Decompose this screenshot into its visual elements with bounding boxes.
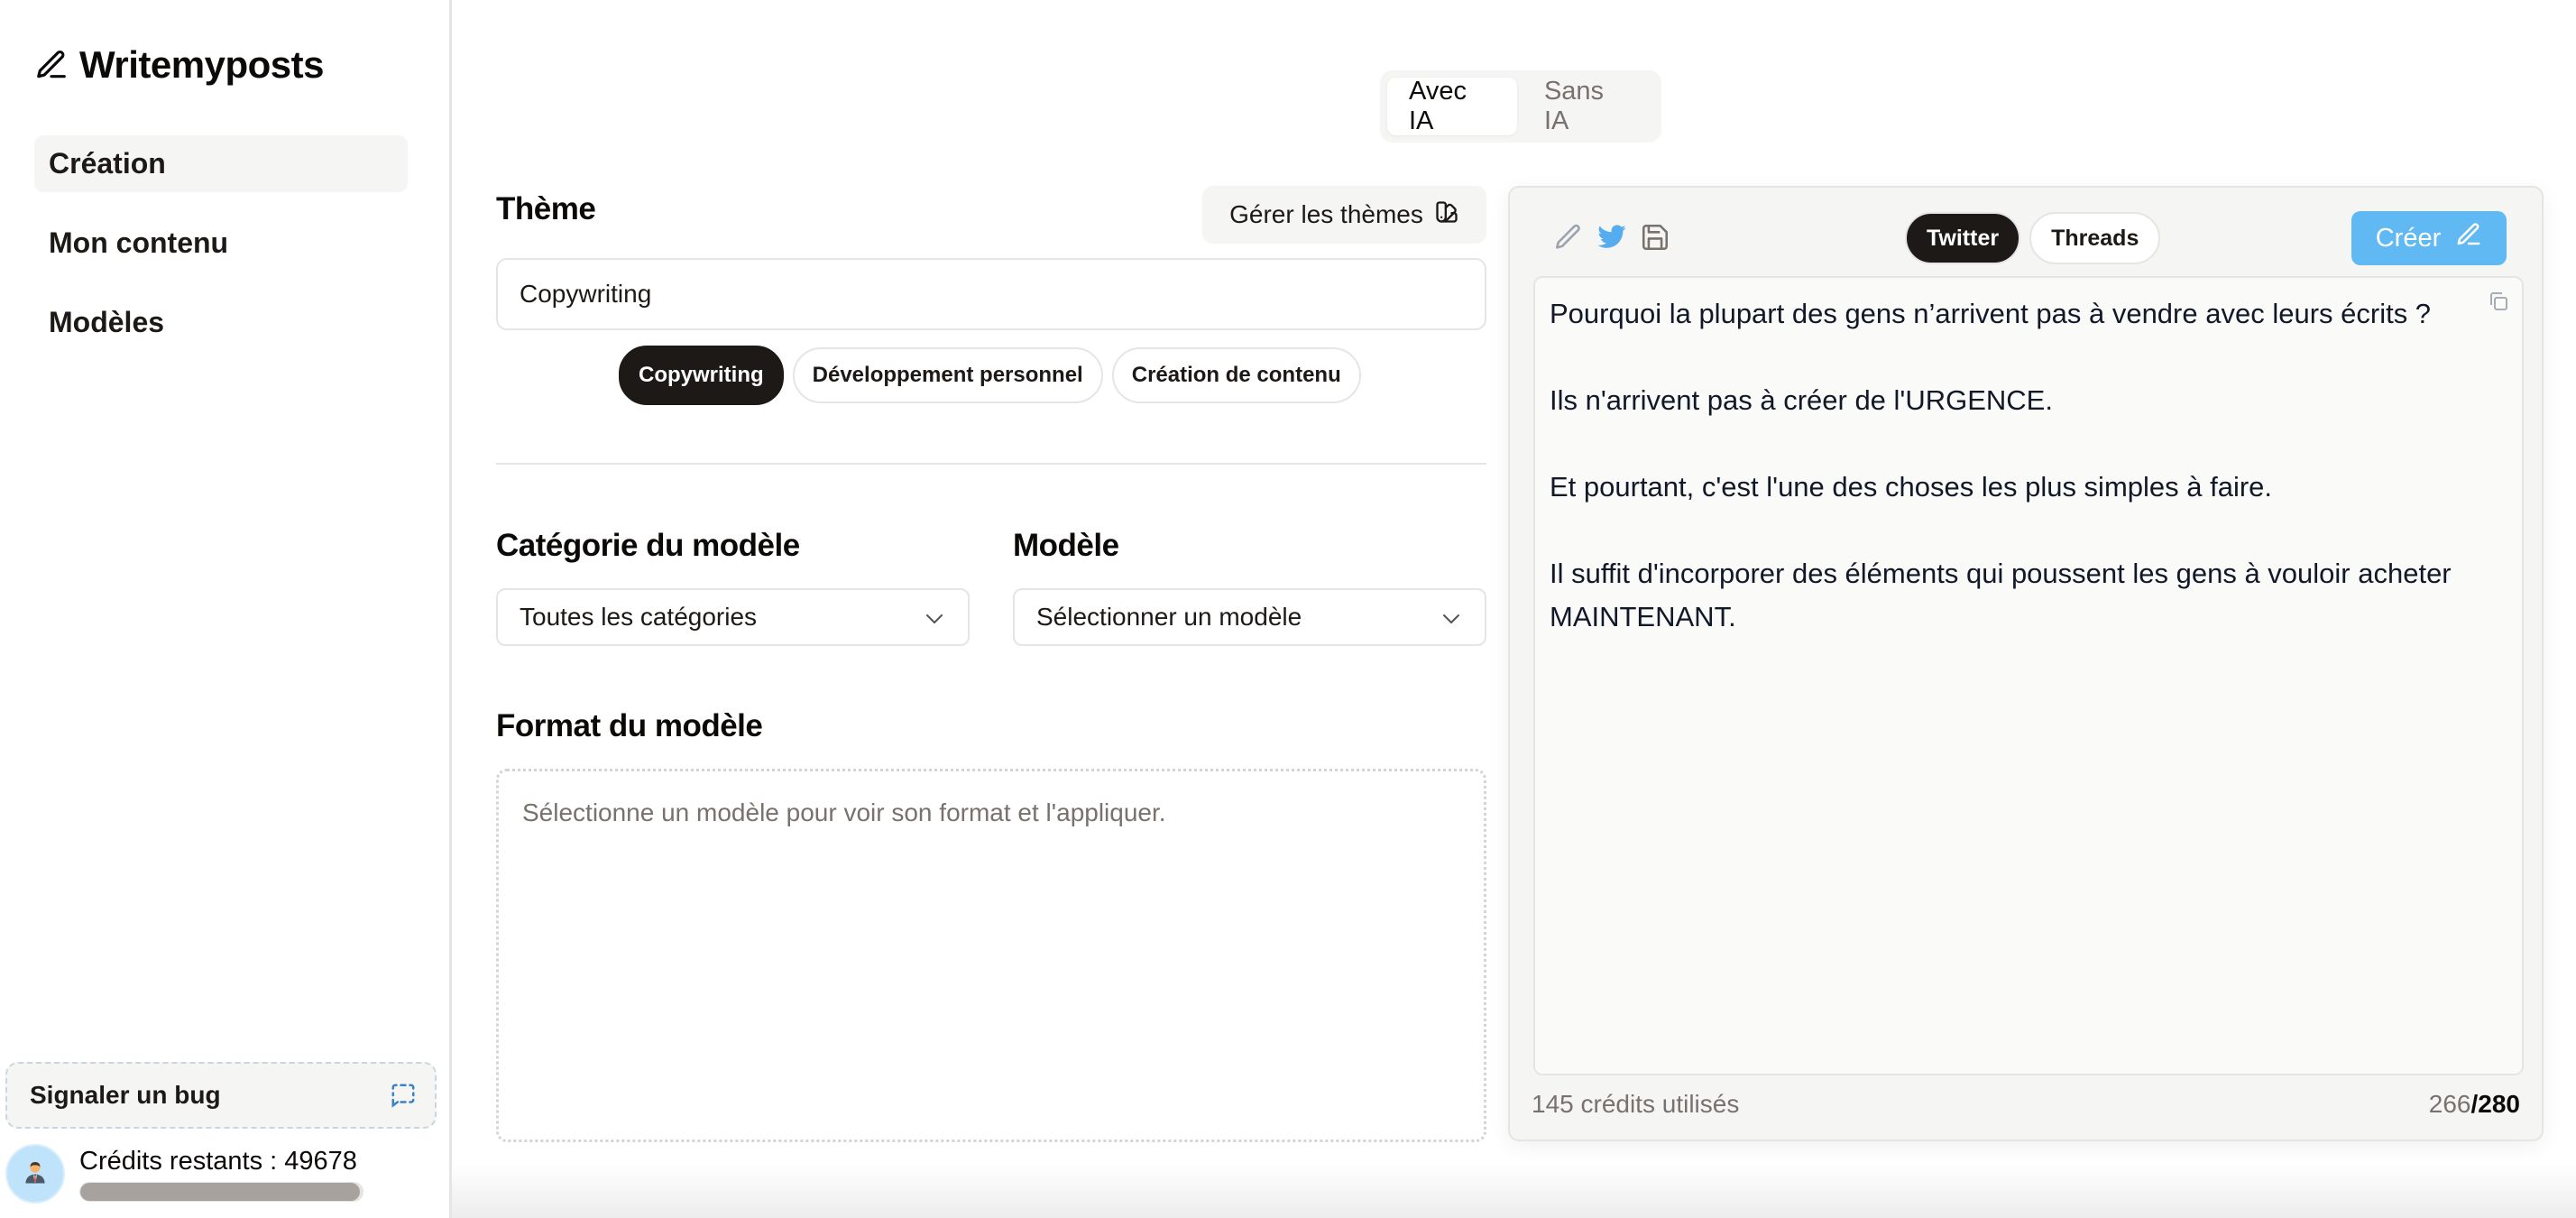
app-logo[interactable]: Writemyposts — [34, 43, 324, 87]
theme-label: Thème — [496, 191, 596, 226]
credits-remaining-text: Crédits restants : 49678 — [79, 1146, 357, 1176]
sidebar-nav: Création Mon contenu Modèles — [34, 135, 408, 374]
editor-toolbar — [1553, 222, 1670, 253]
create-button[interactable]: Créer — [2351, 211, 2507, 265]
avatar[interactable] — [5, 1144, 65, 1204]
credits-progress-fill — [80, 1182, 360, 1201]
model-category-select[interactable]: Toutes les catégories — [496, 588, 970, 646]
tab-sans-ia[interactable]: Sans IA — [1523, 77, 1654, 135]
twitter-icon[interactable] — [1596, 222, 1627, 253]
tab-avec-ia[interactable]: Avec IA — [1387, 77, 1517, 135]
section-divider — [496, 463, 1486, 465]
model-label: Modèle — [1013, 528, 1119, 563]
format-label: Format du modèle — [496, 708, 763, 743]
chevron-down-icon — [1441, 603, 1461, 632]
sidebar-item-modeles[interactable]: Modèles — [34, 294, 408, 351]
save-icon[interactable] — [1640, 222, 1670, 253]
format-placeholder: Sélectionne un modèle pour voir son form… — [522, 798, 1166, 826]
report-bug-label: Signaler un bug — [30, 1081, 221, 1109]
theme-chip-copywriting[interactable]: Copywriting — [619, 346, 784, 405]
tab-threads[interactable]: Threads — [2029, 212, 2161, 264]
credits-widget: Crédits restants : 49678 — [5, 1144, 363, 1204]
sidebar-item-creation[interactable]: Création — [34, 135, 408, 192]
report-bug-button[interactable]: Signaler un bug — [5, 1062, 437, 1129]
ai-mode-toggle: Avec IA Sans IA — [1380, 70, 1661, 143]
character-count: 266 — [2428, 1090, 2471, 1118]
bottom-fade — [452, 1164, 2576, 1218]
pencil-line-icon — [34, 48, 69, 82]
pencil-icon[interactable] — [1553, 222, 1584, 253]
manage-themes-button[interactable]: Gérer les thèmes — [1202, 186, 1486, 244]
sidebar: Writemyposts Création Mon contenu Modèle… — [0, 0, 452, 1218]
post-content-editor[interactable]: Pourquoi la plupart des gens n’arrivent … — [1533, 276, 2524, 1075]
post-editor-panel: Twitter Threads Créer Pourquoi la plupar… — [1508, 186, 2544, 1141]
character-limit: 280 — [2478, 1090, 2520, 1118]
tab-twitter[interactable]: Twitter — [1905, 212, 2021, 264]
pencil-line-icon — [2455, 221, 2482, 255]
chevron-down-icon — [925, 603, 944, 632]
theme-chip-developpement-personnel[interactable]: Développement personnel — [792, 347, 1103, 403]
manage-themes-label: Gérer les thèmes — [1229, 200, 1423, 228]
credits-used-text: 145 crédits utilisés — [1532, 1090, 1740, 1118]
sidebar-item-mon-contenu[interactable]: Mon contenu — [34, 215, 408, 272]
character-counter: 266/280 — [2429, 1090, 2520, 1119]
model-value: Sélectionner un modèle — [1036, 603, 1302, 631]
theme-input[interactable] — [496, 258, 1486, 330]
copy-icon[interactable] — [2488, 291, 2509, 312]
credits-progress-bar — [79, 1181, 363, 1202]
app-name: Writemyposts — [79, 43, 324, 86]
model-category-label: Catégorie du modèle — [496, 528, 800, 563]
swatch-book-icon — [1434, 199, 1459, 231]
message-square-dashed-icon — [390, 1082, 417, 1109]
format-preview-box: Sélectionne un modèle pour voir son form… — [496, 769, 1486, 1142]
platform-tabs: Twitter Threads — [1905, 212, 2161, 264]
theme-chip-creation-de-contenu[interactable]: Création de contenu — [1111, 347, 1361, 403]
theme-chips: Copywriting Développement personnel Créa… — [619, 346, 1361, 405]
create-button-label: Créer — [2375, 223, 2442, 253]
businessman-avatar-icon — [22, 1158, 49, 1190]
model-select[interactable]: Sélectionner un modèle — [1013, 588, 1486, 646]
model-category-value: Toutes les catégories — [520, 603, 758, 631]
post-content-text[interactable]: Pourquoi la plupart des gens n’arrivent … — [1550, 292, 2507, 639]
